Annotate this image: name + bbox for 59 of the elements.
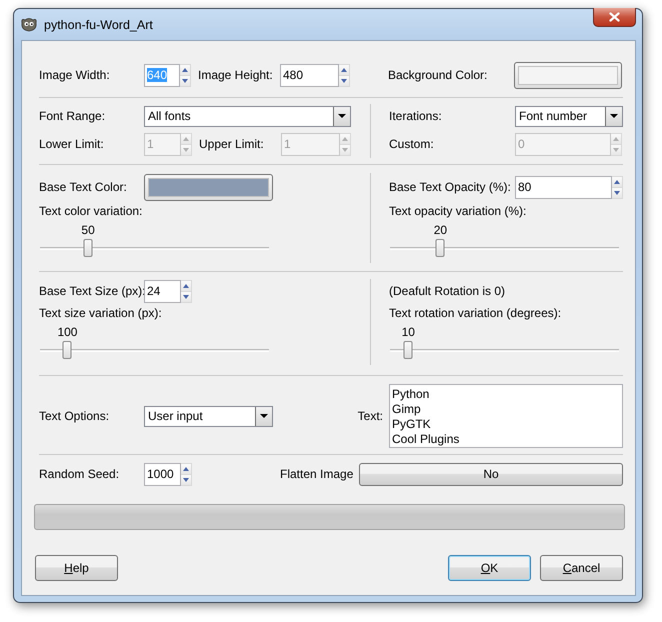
note-text: (Deafult Rotation is 0) <box>389 284 506 298</box>
color-button[interactable] <box>144 174 273 200</box>
slider[interactable] <box>40 239 269 257</box>
field-label: Text Options: <box>39 409 110 423</box>
slider-thumb[interactable] <box>84 239 93 257</box>
field-label: Image Width: <box>39 68 111 82</box>
field-label: Lower Limit: <box>39 137 105 151</box>
text-line: PyGTK <box>392 417 432 432</box>
spin-buttons[interactable] <box>181 462 192 486</box>
dialog-button[interactable]: Help <box>35 555 118 581</box>
text-line: Cool Plugins <box>392 432 460 447</box>
field-label: Base Text Opacity (%): <box>389 180 512 194</box>
slider-label: Text color variation: <box>39 204 144 219</box>
text-line: Gimp <box>392 402 422 417</box>
slider-value: 10 <box>402 325 415 339</box>
slider-label: Text opacity variation (%): <box>389 204 528 219</box>
field-label: Image Height: <box>198 68 274 82</box>
slider-value: 100 <box>57 325 78 339</box>
dropdown[interactable]: User input <box>144 406 273 426</box>
slider-value: 50 <box>81 223 95 237</box>
slider-thumb[interactable] <box>436 239 445 257</box>
color-button[interactable] <box>514 62 622 88</box>
dropdown[interactable]: All fonts <box>144 106 351 126</box>
field-label: Upper Limit: <box>199 137 265 151</box>
window-title: python-fu-Word_Art <box>44 18 153 32</box>
slider-thumb[interactable] <box>404 341 413 359</box>
field-label: Text: <box>358 409 383 423</box>
field-label: Font Range: <box>39 109 106 123</box>
slider-label: Text rotation variation (degrees): <box>389 306 562 321</box>
field-label: Background Color: <box>388 68 488 82</box>
spin-buttons[interactable] <box>180 64 191 86</box>
spin-buttons[interactable] <box>181 280 192 302</box>
field-label: Base Text Size (px): <box>39 284 144 298</box>
number-field[interactable]: 480 <box>280 64 339 86</box>
app-icon <box>20 16 38 32</box>
slider[interactable] <box>390 239 619 257</box>
toggle-button[interactable]: No <box>359 462 623 486</box>
number-field[interactable]: 80 <box>515 176 612 198</box>
dialog-button[interactable]: OK <box>448 555 531 581</box>
field-label: Custom: <box>389 137 435 151</box>
field-label: Flatten Image <box>280 467 354 481</box>
close-button[interactable] <box>593 8 636 27</box>
slider-thumb[interactable] <box>62 341 72 359</box>
text-area[interactable]: Python Gimp PyGTK Cool Plugins <box>389 384 623 448</box>
slider-label: Text size variation (px): <box>39 306 163 321</box>
dropdown[interactable]: Font number <box>515 106 623 126</box>
close-icon <box>609 12 620 22</box>
slider[interactable] <box>390 341 619 359</box>
number-field[interactable]: 1000 <box>144 462 181 486</box>
field-label: Base Text Color: <box>39 180 128 194</box>
field-label: Random Seed: <box>39 467 120 481</box>
spin-buttons[interactable] <box>339 64 350 86</box>
field-label: Iterations: <box>389 109 443 123</box>
spin-buttons[interactable] <box>612 176 623 198</box>
number-field[interactable]: 24 <box>144 280 181 302</box>
slider-value: 20 <box>434 223 448 237</box>
slider[interactable] <box>40 341 269 359</box>
text-line: Python <box>392 387 430 402</box>
dialog-button[interactable]: Cancel <box>540 555 623 581</box>
